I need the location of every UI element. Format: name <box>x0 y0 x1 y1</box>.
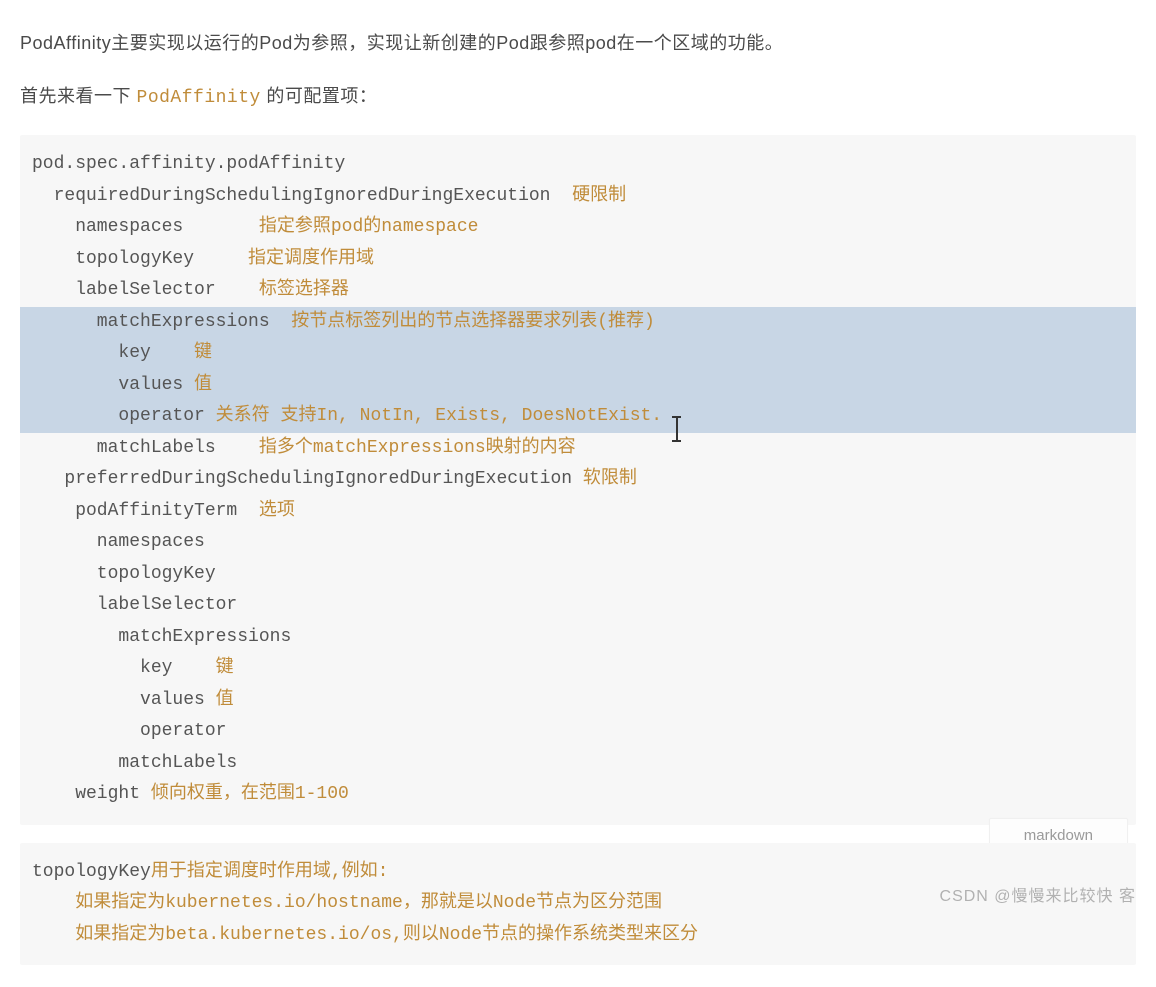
cb1-l4: topologyKey 指定调度作用域 <box>32 244 1124 276</box>
intro-p2-post: 的可配置项： <box>261 86 378 106</box>
cb2-l1: topologyKey用于指定调度时作用域,例如: <box>32 857 1124 889</box>
cb1-h3: values 值 <box>32 370 1124 402</box>
cb1-h2: key 键 <box>32 338 1124 370</box>
cb1-l21: weight 倾向权重，在范围1-100 <box>32 779 1124 811</box>
cb1-h4: operator 关系符 支持In, NotIn, Exists, DoesNo… <box>32 401 1124 433</box>
intro-paragraph-2: 首先来看一下 PodAffinity 的可配置项： <box>20 81 1136 114</box>
cb1-l2: requiredDuringSchedulingIgnoredDuringExe… <box>32 181 1124 213</box>
cb1-l12: podAffinityTerm 选项 <box>32 496 1124 528</box>
cb1-l18: values 值 <box>32 685 1124 717</box>
cb1-l3: namespaces 指定参照pod的namespace <box>32 212 1124 244</box>
cb1-l20: matchLabels <box>32 748 1124 780</box>
intro-p2-pre: 首先来看一下 <box>20 86 137 106</box>
cb1-l17: key 键 <box>32 653 1124 685</box>
intro-paragraph-1: PodAffinity主要实现以运行的Pod为参照，实现让新创建的Pod跟参照p… <box>20 28 1136 59</box>
cb1-highlight: matchExpressions 按节点标签列出的节点选择器要求列表(推荐) k… <box>20 307 1136 433</box>
code-block-1[interactable]: pod.spec.affinity.podAffinity requiredDu… <box>20 135 1136 825</box>
cb1-l13: namespaces <box>32 527 1124 559</box>
cb1-l16: matchExpressions <box>32 622 1124 654</box>
cb1-l15: labelSelector <box>32 590 1124 622</box>
cb1-h1: matchExpressions 按节点标签列出的节点选择器要求列表(推荐) <box>32 307 1124 339</box>
cb1-l11: preferredDuringSchedulingIgnoredDuringEx… <box>32 464 1124 496</box>
cb1-l19: operator <box>32 716 1124 748</box>
cb2-l3: 如果指定为beta.kubernetes.io/os,则以Node节点的操作系统… <box>32 920 1124 952</box>
cb2-l2: 如果指定为kubernetes.io/hostname，那就是以Node节点为区… <box>32 888 1124 920</box>
cb1-l10: matchLabels 指多个matchExpressions映射的内容 <box>32 433 1124 465</box>
cb1-l14: topologyKey <box>32 559 1124 591</box>
intro-p2-code: PodAffinity <box>137 88 261 108</box>
code-block-2[interactable]: topologyKey用于指定调度时作用域,例如: 如果指定为kubernete… <box>20 843 1136 966</box>
cb1-l5: labelSelector 标签选择器 <box>32 275 1124 307</box>
cb1-l1: pod.spec.affinity.podAffinity <box>32 149 1124 181</box>
